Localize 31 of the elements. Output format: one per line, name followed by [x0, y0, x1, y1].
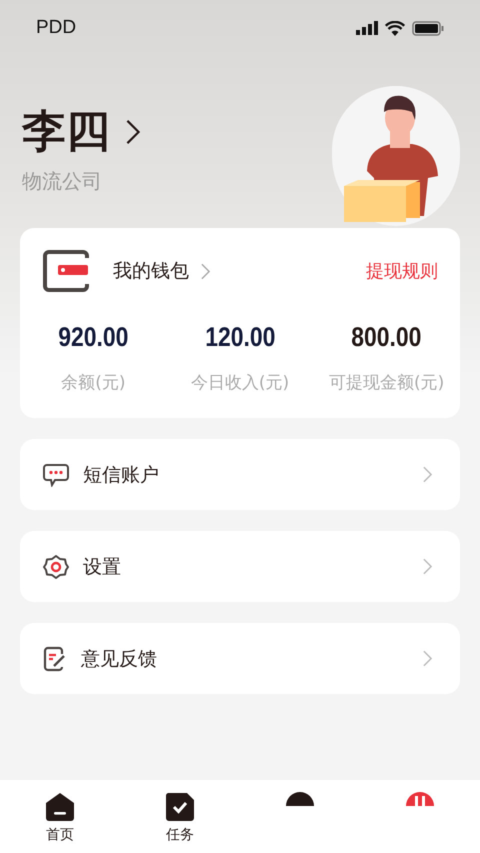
- amount-value: 120.00: [204, 322, 276, 353]
- wifi-icon: [385, 20, 405, 36]
- chevron-icon: [423, 558, 432, 575]
- menu-item[interactable]: 短信账户: [20, 439, 460, 510]
- wallet-icon: [43, 250, 89, 292]
- checkbox-icon[interactable]: [165, 792, 195, 822]
- amount-label: 今日收入(元): [190, 372, 290, 394]
- round-tab-icon[interactable]: [286, 792, 314, 806]
- edit-note-icon: [43, 646, 67, 672]
- chevron-icon: [423, 466, 432, 483]
- tab-button[interactable]: 任务: [120, 780, 240, 853]
- chevron-icon: [201, 262, 210, 280]
- amount-label: 余额(元): [60, 372, 126, 394]
- amount-label: 可提现金额(元): [328, 372, 446, 394]
- tab-button[interactable]: 首页: [0, 780, 120, 853]
- menu-item[interactable]: 意见反馈: [20, 623, 460, 694]
- chevron-icon: [126, 119, 140, 146]
- amount-value: 800.00: [352, 322, 422, 353]
- battery-icon: [412, 20, 444, 36]
- company-name: 物流公司: [22, 168, 103, 196]
- chat-bubble-icon: [43, 462, 69, 486]
- settings-icon: [43, 554, 69, 580]
- chevron-icon: [423, 650, 432, 667]
- home-icon[interactable]: [45, 792, 75, 822]
- signal-icon: [356, 21, 378, 35]
- wallet-title[interactable]: 我的钱包: [113, 258, 189, 284]
- user-name[interactable]: 李四: [22, 108, 110, 156]
- withdraw-rules-link[interactable]: 提现规则: [366, 259, 438, 283]
- amount-value: 920.00: [58, 322, 128, 353]
- menu-item[interactable]: 设置: [20, 531, 460, 602]
- carrier-name: PDD: [36, 17, 76, 39]
